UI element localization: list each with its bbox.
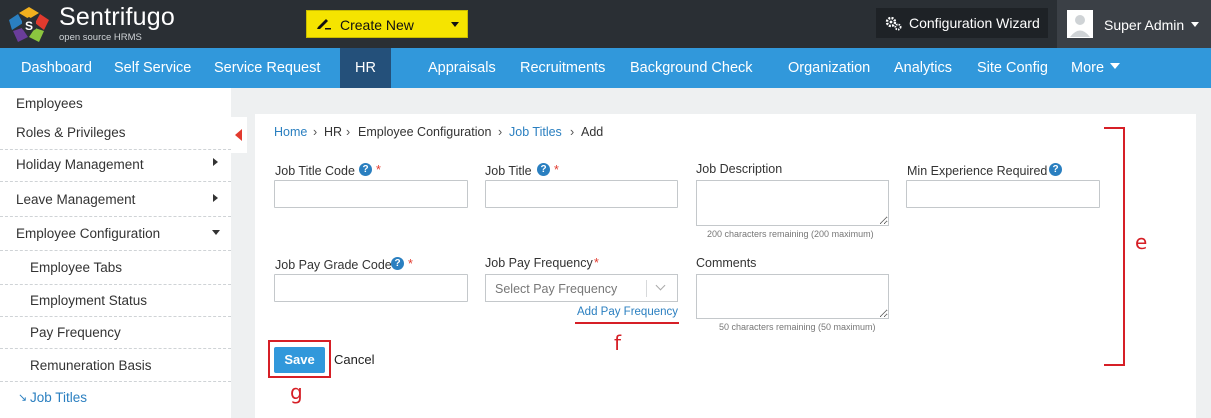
job-title-code-input[interactable] xyxy=(274,180,468,208)
min-experience-input[interactable] xyxy=(906,180,1100,208)
divider xyxy=(0,316,231,317)
sidebar-item-job-titles[interactable]: Job Titles xyxy=(30,390,261,405)
chevron-down-icon xyxy=(1191,22,1199,27)
chevron-right-icon xyxy=(213,158,218,166)
divider xyxy=(646,280,647,297)
nav-recruitments[interactable]: Recruitments xyxy=(520,60,605,77)
breadcrumb-add: Add xyxy=(581,125,604,139)
nav-self-service[interactable]: Self Service xyxy=(114,60,191,77)
nav-site-config[interactable]: Site Config xyxy=(977,60,1048,77)
required-marker: * xyxy=(594,256,599,270)
job-description-hint: 200 characters remaining (200 maximum) xyxy=(707,229,874,239)
job-title-code-label: Job Title Code xyxy=(275,164,355,178)
divider xyxy=(0,348,231,349)
create-new-label: Create New xyxy=(340,17,414,33)
chevron-down-icon xyxy=(212,230,220,235)
chevron-down-icon xyxy=(1110,63,1120,69)
pencil-icon xyxy=(317,19,331,30)
job-title-input[interactable] xyxy=(485,180,678,208)
select-placeholder: Select Pay Frequency xyxy=(495,282,618,296)
chevron-down-icon xyxy=(655,280,666,291)
chevron-right-icon xyxy=(213,194,218,202)
divider xyxy=(0,284,231,285)
annotation-bracket-form xyxy=(1104,127,1125,366)
job-pay-grade-code-label: Job Pay Grade Code xyxy=(275,258,392,272)
cancel-button[interactable]: Cancel xyxy=(334,352,374,367)
gear-icon xyxy=(885,16,902,31)
sidebar-item-employment-status[interactable]: Employment Status xyxy=(30,293,261,308)
nav-more[interactable]: More xyxy=(1071,60,1104,77)
divider xyxy=(0,250,231,251)
nav-background-check[interactable]: Background Check xyxy=(630,60,753,77)
required-marker: * xyxy=(408,257,413,271)
create-new-button[interactable]: Create New xyxy=(306,10,468,38)
nav-organization[interactable]: Organization xyxy=(788,60,870,77)
annotation-label-f: f xyxy=(614,331,622,355)
top-bar: S Sentrifugo open source HRMS Create New… xyxy=(0,0,1211,48)
configuration-wizard-label: Configuration Wizard xyxy=(909,15,1040,31)
brand-name: Sentrifugo xyxy=(59,3,175,31)
svg-text:S: S xyxy=(25,19,33,33)
help-icon[interactable]: ? xyxy=(391,257,404,270)
sidebar-item-employee-tabs[interactable]: Employee Tabs xyxy=(30,260,261,275)
job-pay-frequency-select[interactable]: Select Pay Frequency xyxy=(485,274,678,302)
divider xyxy=(0,181,231,182)
comments-label: Comments xyxy=(696,256,757,270)
nav-appraisals[interactable]: Appraisals xyxy=(428,60,496,77)
nav-hr[interactable]: HR xyxy=(340,48,391,88)
job-description-textarea[interactable] xyxy=(696,180,889,226)
job-description-label: Job Description xyxy=(696,162,783,176)
nav-service-request[interactable]: Service Request xyxy=(214,60,320,77)
add-pay-frequency-link[interactable]: Add Pay Frequency xyxy=(577,306,678,318)
arrow-down-right-icon: ↘ xyxy=(18,392,28,404)
job-title-label: Job Title xyxy=(485,164,532,178)
breadcrumb-hr: HR xyxy=(324,125,343,139)
breadcrumb-separator: › xyxy=(346,125,351,139)
user-menu[interactable]: Super Admin xyxy=(1057,0,1211,48)
configuration-wizard-button[interactable]: Configuration Wizard xyxy=(876,8,1048,38)
nav-hr-label: HR xyxy=(355,60,376,76)
breadcrumb-job-titles[interactable]: Job Titles xyxy=(509,125,562,139)
sidebar-item-pay-frequency[interactable]: Pay Frequency xyxy=(30,325,261,340)
breadcrumb-separator: › xyxy=(570,125,575,139)
annotation-label-g: g xyxy=(290,380,303,404)
annotation-box-save xyxy=(268,340,331,378)
job-pay-frequency-label: Job Pay Frequency xyxy=(485,256,593,270)
required-marker: * xyxy=(554,163,559,177)
annotation-underline-add-pay-frequency xyxy=(575,322,679,324)
breadcrumb-separator: › xyxy=(313,125,318,139)
sidebar-item-roles-privileges[interactable]: Roles & Privileges xyxy=(16,125,247,140)
help-icon[interactable]: ? xyxy=(1049,163,1062,176)
breadcrumb-employee-configuration: Employee Configuration xyxy=(358,125,492,139)
main-nav: Dashboard Self Service Service Request H… xyxy=(0,48,1211,88)
divider xyxy=(0,149,231,150)
help-icon[interactable]: ? xyxy=(359,163,372,176)
nav-analytics[interactable]: Analytics xyxy=(894,60,952,77)
annotation-label-e: e xyxy=(1135,230,1148,254)
brand-tagline: open source HRMS xyxy=(59,32,142,43)
user-name: Super Admin xyxy=(1104,17,1185,33)
sidebar-item-remuneration-basis[interactable]: Remuneration Basis xyxy=(30,358,261,373)
help-icon[interactable]: ? xyxy=(537,163,550,176)
sentrifugo-logo-icon[interactable]: S xyxy=(8,6,50,44)
divider xyxy=(0,381,231,382)
chevron-down-icon xyxy=(451,22,459,27)
required-marker: * xyxy=(376,163,381,177)
job-pay-grade-code-input[interactable] xyxy=(274,274,468,302)
comments-textarea[interactable] xyxy=(696,274,889,319)
divider xyxy=(0,216,231,217)
breadcrumb-separator: › xyxy=(498,125,503,139)
sidebar-item-employees[interactable]: Employees xyxy=(16,96,247,111)
sidebar-collapse-button[interactable] xyxy=(231,117,247,153)
breadcrumb-home[interactable]: Home xyxy=(274,125,307,139)
avatar xyxy=(1067,10,1093,38)
nav-dashboard[interactable]: Dashboard xyxy=(21,60,92,77)
chevron-left-icon xyxy=(235,129,242,141)
comments-hint: 50 characters remaining (50 maximum) xyxy=(719,322,876,332)
min-experience-label: Min Experience Required xyxy=(907,164,1048,178)
